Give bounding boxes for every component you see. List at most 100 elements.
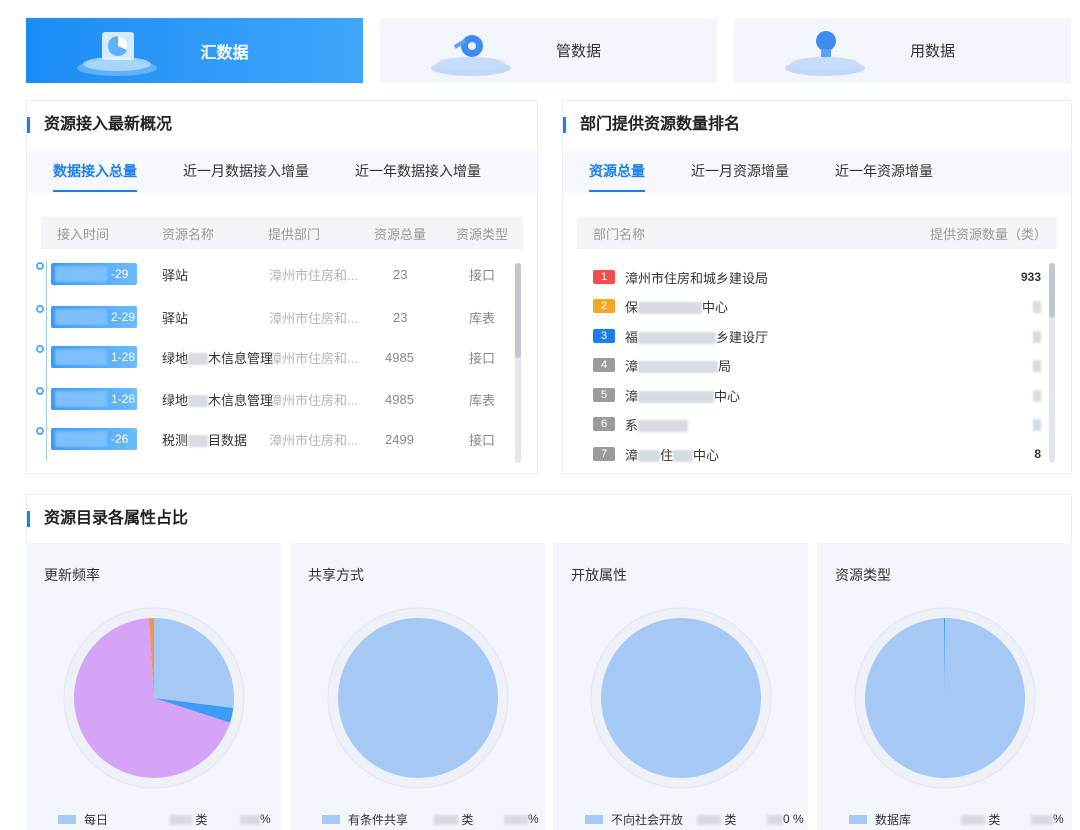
col-type: 资源类型 xyxy=(456,226,509,242)
dept-name: 漳住中心 xyxy=(625,447,720,463)
rank-badge: 5 xyxy=(593,388,615,402)
legend-swatch xyxy=(585,814,603,824)
legend-percent: % xyxy=(1031,812,1064,826)
legend-swatch xyxy=(849,814,867,824)
rank-value: 933 xyxy=(1020,270,1041,284)
rank-badge: 6 xyxy=(593,417,615,431)
resource-total: 4985 xyxy=(385,391,414,407)
table-row[interactable]: 2-29 驿站 漳州市住房和... 23 库表 xyxy=(36,304,507,330)
legend-count: 类 xyxy=(434,811,504,828)
table-row[interactable]: -29 驿站 漳州市住房和... 23 接口 xyxy=(36,261,507,287)
table-scrollbar[interactable] xyxy=(515,263,521,463)
tab-label: 用数据 xyxy=(909,43,955,60)
pie-card-update-frequency: 更新频率 每日 类 % xyxy=(26,543,281,830)
timeline-dot xyxy=(36,427,44,435)
rank-value xyxy=(1033,329,1041,343)
dept-name: 漳局 xyxy=(625,358,732,374)
table-row[interactable]: 1-28 绿地 木信息管理 漳州市住房和... 4985 库表 xyxy=(36,386,507,412)
tab-month-access[interactable]: 近一月数据接入增量 xyxy=(183,149,309,193)
rank-row[interactable]: 1 漳州市住房和城乡建设局 933 xyxy=(593,267,1041,287)
legend-count: 类 xyxy=(961,811,1031,828)
tab-year-access[interactable]: 近一年数据接入增量 xyxy=(355,149,481,193)
tab-total-access[interactable]: 数据接入总量 xyxy=(53,149,137,193)
tab-total-resources[interactable]: 资源总量 xyxy=(589,149,645,193)
access-sub-tabs: 数据接入总量 近一月数据接入增量 近一年数据接入增量 xyxy=(27,149,537,193)
rank-badge: 2 xyxy=(593,299,615,313)
pie-slice[interactable] xyxy=(601,618,761,778)
pie-legend: 每日 类 % xyxy=(58,808,278,830)
timeline-dot xyxy=(36,345,44,353)
tab-collect-data[interactable]: 汇数据 xyxy=(26,18,363,83)
resource-name: 驿站 xyxy=(162,267,189,283)
scrollbar-thumb[interactable] xyxy=(515,263,521,358)
resource-name: 税测 目数据 xyxy=(162,432,248,448)
rank-row[interactable]: 3 福乡建设厅 xyxy=(593,326,1041,346)
pie-title: 资源类型 xyxy=(835,567,891,583)
resource-type: 接口 xyxy=(469,432,496,448)
timeline-dot xyxy=(36,305,44,313)
ranking-scrollbar[interactable] xyxy=(1049,263,1055,463)
legend-name: 有条件共享 xyxy=(348,812,409,827)
tab-year-resources[interactable]: 近一年资源增量 xyxy=(835,149,933,193)
table-header: 接入时间 资源名称 提供部门 资源总量 资源类型 xyxy=(41,217,523,249)
pie-legend: 不向社会开放 类 0 % xyxy=(585,808,805,830)
scrollbar-thumb[interactable] xyxy=(1049,263,1055,318)
pie-legend: 数据库 类 % xyxy=(849,808,1069,830)
tab-label: 汇数据 xyxy=(200,44,249,62)
pie-card-resource-type: 资源类型 数据库 类 % xyxy=(817,543,1072,830)
rank-value xyxy=(1033,358,1041,372)
date-badge: 1-28 xyxy=(51,346,137,368)
timeline-dot xyxy=(36,387,44,395)
dept-ranking-panel: 部门提供资源数量排名 资源总量 近一月资源增量 近一年资源增量 部门名称 提供资… xyxy=(562,100,1072,474)
rank-value: 8 xyxy=(1034,447,1041,461)
tab-use-data[interactable]: 用数据 xyxy=(734,18,1071,83)
pie-slice[interactable] xyxy=(154,618,234,709)
dept-name: 漳州市住房和... xyxy=(269,310,358,326)
dept-name: 漳州市住房和... xyxy=(269,350,358,366)
table-row[interactable]: 1-28 绿地 木信息管理 漳州市住房和... 4985 接口 xyxy=(36,344,507,370)
pie-title: 开放属性 xyxy=(571,567,627,583)
table-row[interactable]: -26 税测 目数据 漳州市住房和... 2499 接口 xyxy=(36,426,507,452)
resource-total: 4985 xyxy=(385,349,414,365)
dept-name: 系 xyxy=(625,415,689,434)
legend-swatch xyxy=(58,814,76,824)
resource-total: 23 xyxy=(393,309,408,325)
timeline-dot xyxy=(36,262,44,270)
rank-row[interactable]: 7 漳住中心 8 xyxy=(593,444,1041,464)
panel-title: 部门提供资源数量排名 xyxy=(563,117,740,133)
legend-name: 每日 xyxy=(84,812,109,827)
rank-row[interactable]: 5 漳中心 xyxy=(593,385,1041,405)
dept-name: 漳州市住房和... xyxy=(269,267,358,283)
dept-name: 漳中心 xyxy=(625,388,741,404)
legend-name: 数据库 xyxy=(875,812,912,827)
legend-swatch xyxy=(322,814,340,824)
pie-legend: 有条件共享 类 % xyxy=(322,808,542,830)
date-badge: -29 xyxy=(51,263,137,285)
tab-month-resources[interactable]: 近一月资源增量 xyxy=(691,149,789,193)
resource-type: 接口 xyxy=(469,267,496,283)
resource-name: 绿地 木信息管理 xyxy=(162,392,274,408)
rank-row[interactable]: 4 漳局 xyxy=(593,355,1041,375)
rank-value xyxy=(1033,299,1041,313)
rank-sub-tabs: 资源总量 近一月资源增量 近一年资源增量 xyxy=(563,149,1071,193)
resource-type: 接口 xyxy=(469,350,496,366)
dashboard-page: 汇数据 管数据 用数据 资源接入最新概况 数据接入总量 近一月数据接入增量 近一… xyxy=(0,0,1080,830)
pie-chart-share-mode xyxy=(327,607,509,789)
pie-title: 更新频率 xyxy=(44,567,100,583)
tab-manage-data[interactable]: 管数据 xyxy=(380,18,717,83)
col-access-time: 接入时间 xyxy=(57,226,110,242)
pie-slice[interactable] xyxy=(338,618,498,778)
rank-row[interactable]: 2 保中心 xyxy=(593,296,1041,316)
panel-title: 资源目录各属性占比 xyxy=(27,511,188,527)
col-resource-count: 提供资源数量（类） xyxy=(929,226,1047,242)
rank-row[interactable]: 6 系 xyxy=(593,414,1041,434)
date-badge: -26 xyxy=(51,428,137,450)
legend-count: 类 xyxy=(170,811,240,828)
rank-badge: 4 xyxy=(593,358,615,372)
legend-percent: 0 % xyxy=(767,812,804,826)
access-overview-panel: 资源接入最新概况 数据接入总量 近一月数据接入增量 近一年数据接入增量 接入时间… xyxy=(26,100,538,474)
rank-badge: 7 xyxy=(593,447,615,461)
dept-name: 保中心 xyxy=(625,299,729,315)
resource-total: 2499 xyxy=(385,431,414,447)
table-header: 部门名称 提供资源数量（类） xyxy=(577,217,1057,249)
